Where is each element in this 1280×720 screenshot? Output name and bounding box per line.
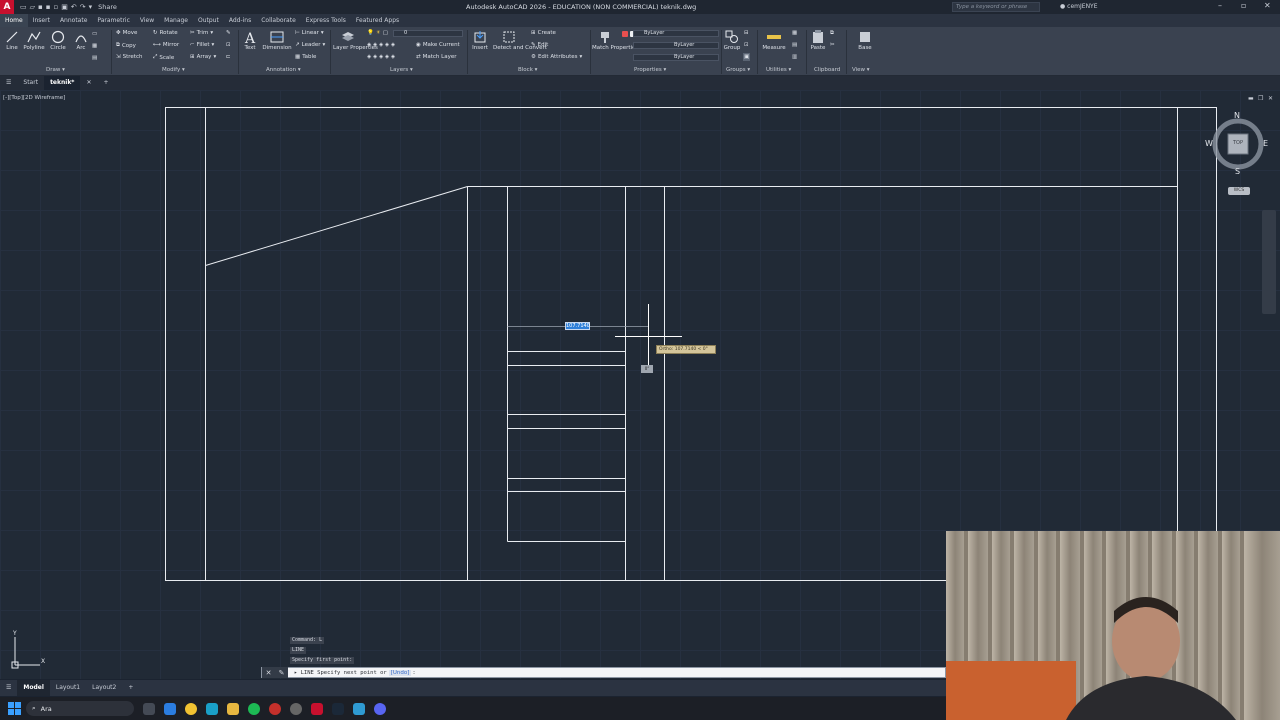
autocad-taskbar-icon[interactable] bbox=[311, 702, 323, 715]
ortho-tooltip: Ortho: 107.7140 < 0° bbox=[656, 345, 716, 354]
viewcube-top-face[interactable]: TOP bbox=[1231, 140, 1245, 146]
add-layout-icon[interactable]: + bbox=[122, 680, 139, 696]
dynamic-input-field[interactable]: 107.7140 bbox=[565, 322, 590, 330]
app-icon[interactable] bbox=[353, 702, 365, 715]
webcam-overlay bbox=[946, 531, 1280, 720]
viewport-controls-label[interactable]: [-][Top][2D Wireframe] bbox=[3, 95, 65, 101]
tab-model[interactable]: Model bbox=[17, 680, 50, 696]
command-history-line: LINE bbox=[290, 647, 307, 654]
edge-icon[interactable] bbox=[164, 702, 176, 715]
compass-north[interactable]: N bbox=[1234, 111, 1240, 120]
customize-icon[interactable]: ✎ bbox=[279, 669, 285, 677]
github-icon[interactable] bbox=[290, 702, 302, 715]
ucs-y-label: Y bbox=[13, 630, 17, 637]
taskbar-search[interactable]: ⌕ Ara bbox=[26, 701, 134, 716]
compass-east[interactable]: E bbox=[1263, 139, 1268, 148]
ucs-icon bbox=[11, 637, 40, 669]
steam-icon[interactable] bbox=[332, 702, 344, 715]
close-command-icon[interactable]: ✕ bbox=[266, 669, 272, 677]
viewport-close-icon[interactable]: ✕ bbox=[1268, 95, 1273, 102]
browser-icon[interactable] bbox=[206, 702, 218, 715]
search-icon: ⌕ bbox=[32, 704, 36, 712]
discord-icon[interactable] bbox=[374, 702, 386, 715]
command-history-line: Specify first point: bbox=[290, 657, 355, 664]
file-explorer-icon[interactable] bbox=[227, 702, 239, 715]
outer-frame bbox=[165, 107, 1217, 581]
command-line[interactable]: ✕ ✎ ▸ LINE Specify next point or [Undo]: bbox=[261, 667, 946, 678]
ucs-x-label: X bbox=[41, 658, 46, 665]
tab-layout2[interactable]: Layout2 bbox=[86, 680, 122, 696]
slope-line bbox=[205, 186, 468, 266]
command-controls: ✕ ✎ bbox=[262, 667, 288, 678]
undo-option[interactable]: [Undo] bbox=[388, 669, 412, 676]
viewport-minimize-icon[interactable]: ▬ bbox=[1248, 95, 1254, 102]
command-prompt: ▸ LINE Specify next point or bbox=[294, 669, 387, 676]
angle-marker: 0° bbox=[641, 365, 653, 373]
opera-icon[interactable] bbox=[269, 702, 281, 715]
navigation-bar[interactable] bbox=[1262, 210, 1276, 314]
spotify-icon[interactable] bbox=[248, 702, 260, 715]
webcam-feed bbox=[946, 531, 1280, 720]
windows-start-icon[interactable] bbox=[8, 701, 22, 716]
task-view-icon[interactable] bbox=[143, 702, 155, 715]
command-history-line: Command: L bbox=[290, 637, 325, 644]
compass-south[interactable]: S bbox=[1235, 167, 1240, 176]
compass-west[interactable]: W bbox=[1205, 139, 1213, 148]
wcs-menu[interactable]: WCS bbox=[1228, 187, 1250, 195]
tab-layout1[interactable]: Layout1 bbox=[50, 680, 86, 696]
viewport-restore-icon[interactable]: ❐ bbox=[1258, 95, 1263, 102]
chrome-icon[interactable] bbox=[185, 702, 197, 715]
layout-menu-icon[interactable]: ☰ bbox=[0, 680, 17, 696]
